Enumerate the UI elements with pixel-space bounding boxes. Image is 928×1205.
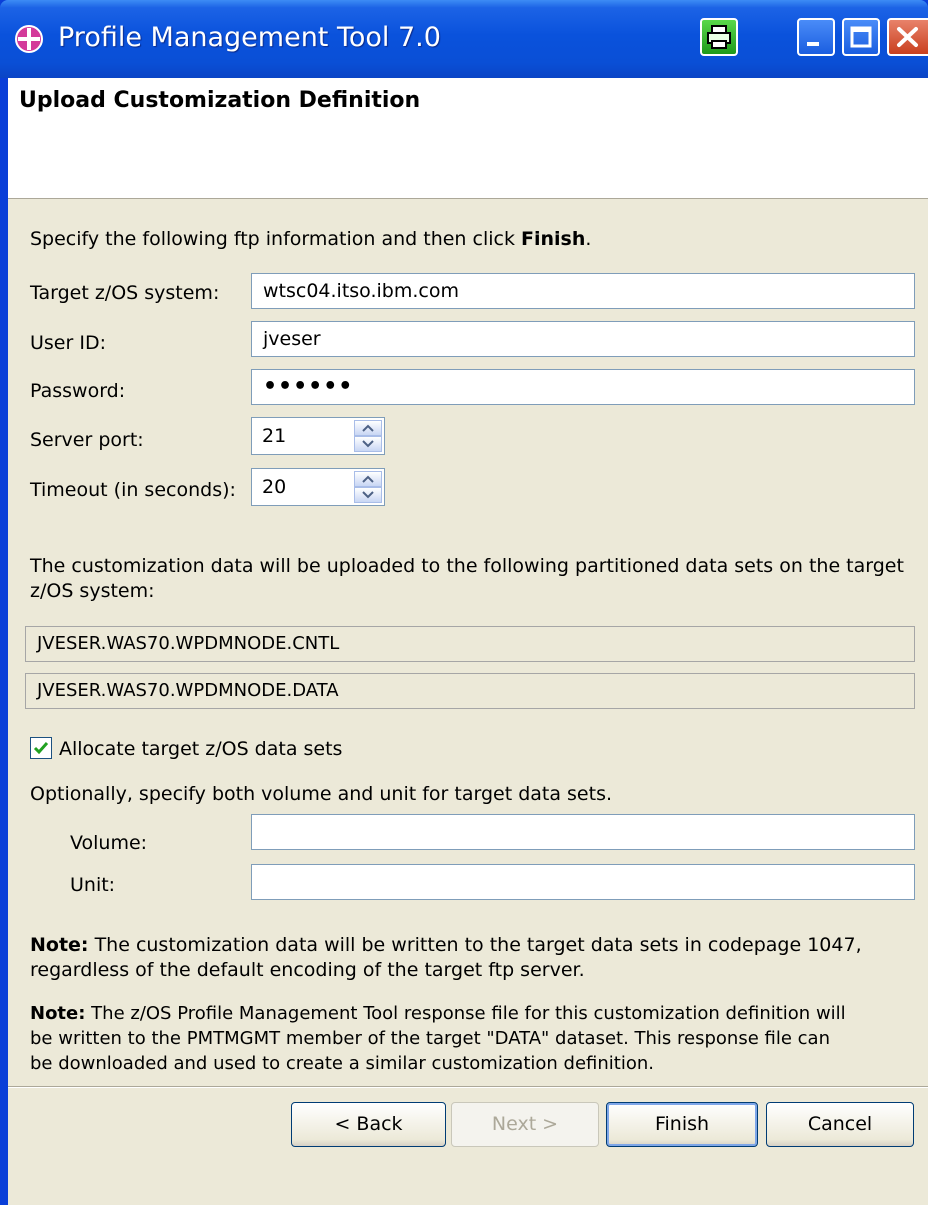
note1-label: Note: — [30, 934, 89, 956]
user-id-input[interactable]: jveser — [251, 321, 915, 357]
timeout-decrement[interactable] — [354, 487, 382, 503]
server-port-spinner[interactable]: 21 — [251, 417, 385, 455]
maximize-icon — [850, 26, 872, 48]
unit-label: Unit: — [70, 874, 116, 896]
arrow-up-icon — [362, 424, 374, 432]
note2-line1: Note: The z/OS Profile Management Tool r… — [30, 1003, 846, 1024]
unit-input[interactable] — [251, 864, 915, 900]
maximize-button[interactable] — [842, 18, 880, 56]
dialog-client-area: Upload Customization Definition Specify … — [8, 78, 928, 1205]
note1-text1: The customization data will be written t… — [88, 934, 862, 956]
instructions-finish-word: Finish — [521, 228, 586, 250]
window-title: Profile Management Tool 7.0 — [58, 22, 441, 53]
server-port-decrement[interactable] — [354, 436, 382, 452]
allocate-datasets-checkbox[interactable] — [30, 737, 52, 759]
instructions-prefix: Specify the following ftp information an… — [30, 228, 521, 250]
next-button[interactable]: Next > — [451, 1102, 599, 1147]
app-logo-icon — [15, 25, 43, 53]
target-system-input[interactable]: wtsc04.itso.ibm.com — [251, 273, 915, 309]
title-bar[interactable]: Profile Management Tool 7.0 — [0, 0, 928, 78]
back-button[interactable]: < Back — [291, 1102, 446, 1147]
volume-input[interactable] — [251, 814, 915, 850]
timeout-increment[interactable] — [354, 471, 382, 487]
data-dataset-field: JVESER.WAS70.WPDMNODE.DATA — [25, 673, 915, 709]
print-button[interactable] — [700, 18, 738, 56]
optional-volume-unit-text: Optionally, specify both volume and unit… — [30, 783, 613, 805]
timeout-spin-buttons — [354, 471, 382, 503]
server-port-increment[interactable] — [354, 420, 382, 436]
password-label: Password: — [30, 380, 126, 402]
arrow-down-icon — [362, 440, 374, 448]
instructions-suffix: . — [585, 228, 592, 250]
close-icon — [897, 27, 918, 47]
cntl-dataset-field: JVESER.WAS70.WPDMNODE.CNTL — [25, 626, 915, 662]
server-port-value: 21 — [262, 425, 287, 447]
checkmark-icon — [33, 742, 49, 755]
cancel-button[interactable]: Cancel — [766, 1102, 914, 1147]
header-panel: Upload Customization Definition — [8, 78, 928, 199]
finish-button[interactable]: Finish — [606, 1102, 758, 1147]
note2-label: Note: — [30, 1003, 86, 1024]
server-port-spin-buttons — [354, 420, 382, 452]
minimize-button[interactable] — [797, 18, 835, 56]
page-title: Upload Customization Definition — [19, 88, 421, 113]
arrow-up-icon — [362, 475, 374, 483]
timeout-label: Timeout (in seconds): — [30, 479, 236, 501]
note2-text1: The z/OS Profile Management Tool respons… — [85, 1003, 846, 1024]
timeout-spinner[interactable]: 20 — [251, 468, 385, 506]
target-system-label: Target z/OS system: — [30, 282, 220, 304]
timeout-value: 20 — [262, 476, 287, 498]
arrow-down-icon — [362, 491, 374, 499]
note2-line3: be downloaded and used to create a simil… — [30, 1053, 654, 1074]
instructions-text: Specify the following ftp information an… — [30, 228, 591, 250]
datasets-description-line1: The customization data will be uploaded … — [30, 555, 904, 577]
allocate-datasets-label[interactable]: Allocate target z/OS data sets — [59, 738, 342, 760]
printer-icon — [707, 25, 731, 49]
note1-line1: Note: The customization data will be wri… — [30, 934, 862, 956]
datasets-description-line2: z/OS system: — [30, 580, 155, 602]
password-input[interactable]: •••••• — [251, 369, 915, 405]
close-button[interactable] — [887, 18, 928, 56]
server-port-label: Server port: — [30, 429, 144, 451]
volume-label: Volume: — [70, 832, 148, 854]
profile-management-window: Profile Management Tool 7.0 Upload Custo… — [0, 0, 928, 1205]
note2-line2: be written to the PMTMGMT member of the … — [30, 1028, 830, 1049]
button-bar-separator — [8, 1086, 928, 1088]
minimize-icon — [807, 42, 819, 46]
note1-line2: regardless of the default encoding of th… — [30, 959, 585, 981]
user-id-label: User ID: — [30, 332, 106, 354]
